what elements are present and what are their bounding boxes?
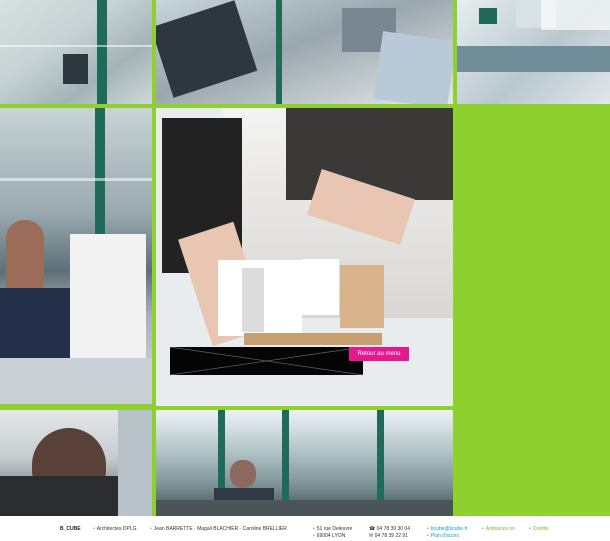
bullet-icon: • (427, 526, 429, 532)
footer-street: • 51 rue Deleuvre (313, 526, 353, 532)
bullet-icon: • (313, 526, 315, 532)
model-block-shape (302, 259, 339, 315)
fax-icon: ✉ (369, 533, 374, 539)
phone-icon: ☎ (369, 526, 376, 532)
footer-city: • 69004 LYON (313, 533, 346, 539)
bullet-icon: • (482, 526, 484, 532)
green-panel (457, 108, 610, 516)
decorative-post (276, 0, 282, 104)
bullet-icon: • (93, 526, 95, 532)
desk-shape (156, 500, 453, 516)
model-window-shape (242, 268, 264, 332)
footer-phone: ☎ 04 78 39 30 04 (369, 526, 410, 532)
cross-lines-icon (170, 347, 363, 375)
photo-tile-middle-left (0, 108, 152, 404)
decorative-post (97, 0, 107, 104)
bullet-icon: • (150, 526, 152, 532)
footer-plan-link[interactable]: • Plan d'accès (427, 534, 459, 539)
footer-fax: ✉ 04 78 39 22 91 (369, 533, 408, 539)
bullet-icon: • (427, 533, 429, 539)
footer-credits-link[interactable]: • Crédits (529, 527, 549, 532)
window-shape (118, 410, 152, 516)
footer: B_CUBE • Architectes DPLG • Jean BARRETTE … (0, 516, 610, 541)
stage: Retour au menu (0, 0, 610, 516)
photo-tile-top-middle (156, 0, 453, 104)
light-band (541, 0, 610, 30)
desk-shape (0, 358, 152, 404)
footer-brand: B_CUBE (60, 526, 81, 532)
photo-tile-bottom-left (0, 410, 152, 516)
person-head-shape (230, 460, 256, 488)
person-head-shape (6, 220, 44, 292)
blurred-band (457, 46, 610, 72)
bookshelf-shape (156, 0, 258, 98)
model-wood-shape (340, 265, 384, 328)
footer-ambiance-link[interactable]: • Ambiance on (482, 527, 515, 532)
footer-partners: • Jean BARRETTE · Magali BLACHIER · Carol… (150, 526, 287, 532)
bullet-icon: • (313, 533, 315, 539)
decorative-post (479, 8, 497, 24)
photo-tile-top-right (457, 0, 610, 104)
photo-tile-top-left (0, 0, 152, 104)
shelf-shape (63, 54, 88, 84)
photo-tile-bottom-middle (156, 410, 453, 516)
footer-profession: • Architectes DPLG (93, 526, 137, 532)
model-base-shape (244, 333, 382, 345)
footer-email-link[interactable]: • bcube@bcube.fr (427, 527, 468, 532)
bullet-icon: • (529, 526, 531, 532)
light-shape (373, 31, 453, 104)
black-overlay-box (170, 347, 363, 375)
back-to-menu-button[interactable]: Retour au menu (349, 347, 409, 361)
glass-line (0, 178, 152, 181)
glass-line (0, 45, 152, 47)
